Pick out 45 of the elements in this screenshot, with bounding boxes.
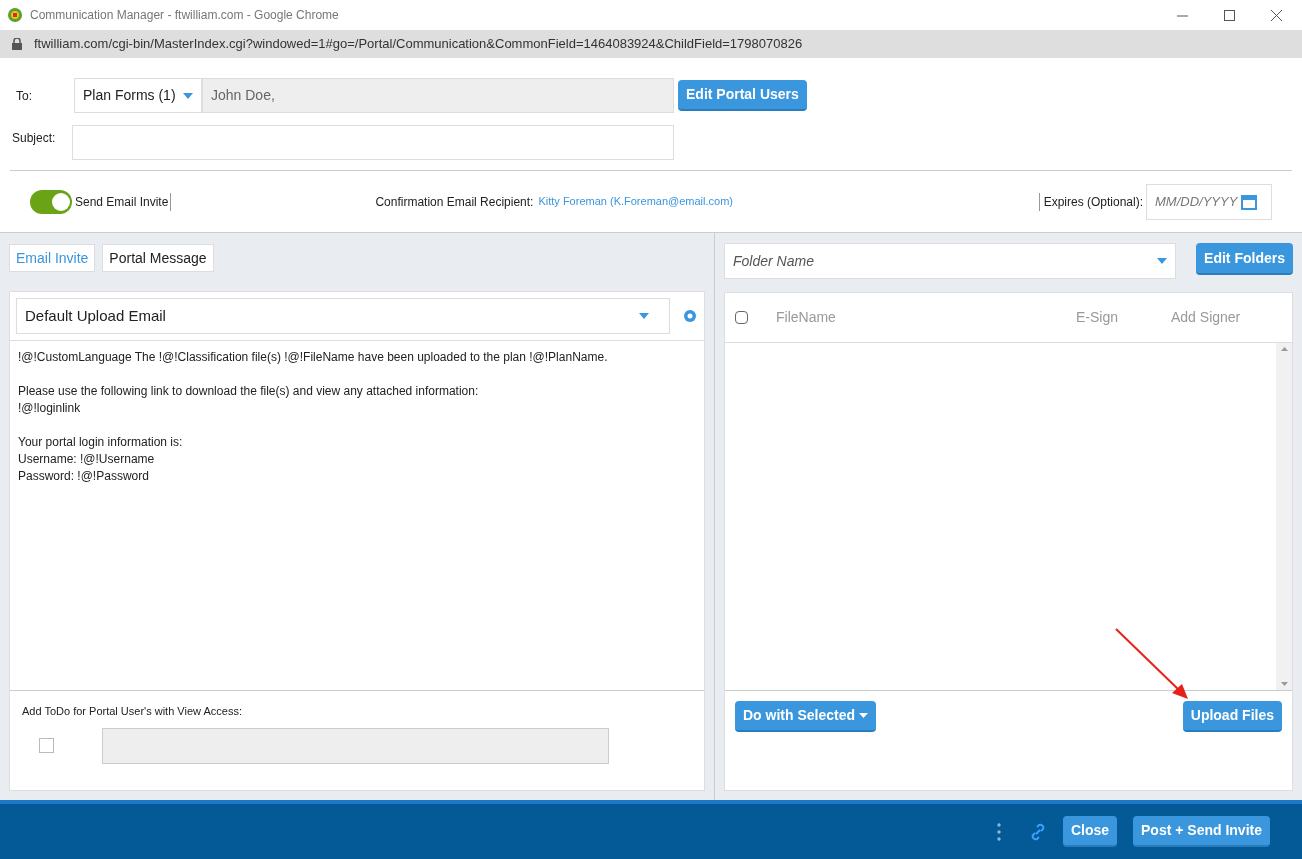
caret-icon (639, 313, 649, 319)
to-label: To: (15, 87, 33, 105)
subject-label: Subject: (11, 130, 57, 147)
expires-label: Expires (Optional): (1038, 192, 1143, 211)
template-dropdown[interactable]: Default Upload Email (16, 298, 670, 334)
subject-field[interactable] (72, 125, 674, 160)
more-icon[interactable] (996, 822, 1001, 841)
scroll-down-icon[interactable] (1280, 682, 1288, 686)
bulk-action-dropdown[interactable]: Do with Selected (735, 701, 877, 732)
folder-dropdown[interactable]: Folder Name (724, 243, 1177, 279)
close-icon[interactable] (1271, 9, 1282, 21)
message-tab[interactable]: Email Invite (9, 244, 96, 272)
send-invite-label: Send Email Invite (75, 192, 172, 211)
todo-field[interactable] (102, 727, 609, 764)
post-send-invite-button[interactable]: Post + Send Invite (1133, 816, 1270, 847)
edit-folders-button[interactable]: Edit Folders (1196, 243, 1293, 275)
settings-icon[interactable] (682, 308, 698, 324)
expires-date-field[interactable]: MM/DD/YYYY (1146, 183, 1272, 220)
scrollbar[interactable] (1276, 343, 1292, 690)
close-button[interactable]: Close (1062, 816, 1117, 847)
scroll-up-icon[interactable] (1280, 347, 1288, 351)
column-header: Add Signer (1171, 308, 1241, 327)
lock-icon (12, 38, 22, 50)
group-dropdown[interactable]: Plan Forms (1) (74, 78, 202, 113)
maximize-icon[interactable] (1224, 9, 1235, 21)
recipient-link[interactable]: Kitty Foreman (K.Foreman@email.com) (538, 193, 733, 210)
caret-icon (1157, 258, 1168, 264)
message-tab[interactable]: Portal Message (102, 244, 214, 272)
window-title: Communication Manager - ftwilliam.com - Google Chrome (30, 7, 339, 24)
confirmation-label: Confirmation Email Recipient: (375, 193, 534, 211)
app-logo-icon (8, 8, 22, 22)
todo-checkbox[interactable] (39, 738, 54, 753)
caret-icon (859, 713, 869, 718)
message-body[interactable]: !@!CustomLanguage The !@!Classification file(s) !@!FileName have been uploaded to the plan !@!PlanName. Please use the following link to download the file(s) and view any attached information: !@!loginlink Your portal login information is: Username: !@!Username Password: !@!Password (10, 340, 704, 690)
recipients-field[interactable]: John Doe, (202, 78, 674, 113)
select-all-checkbox[interactable] (735, 311, 748, 324)
edit-portal-users-button[interactable]: Edit Portal Users (678, 80, 807, 111)
column-header: E-Sign (1076, 308, 1120, 327)
calendar-icon[interactable] (1241, 193, 1258, 210)
upload-files-button[interactable]: Upload Files (1182, 701, 1282, 732)
caret-icon (183, 92, 193, 99)
todo-label: Add ToDo for Portal User's with View Access: (22, 704, 243, 719)
url-text[interactable]: ftwilliam.com/cgi-bin/MasterIndex.cgi?windowed=1#go=/Portal/Communication&CommonField=1464083924&ChildField=1798070826 (34, 34, 803, 54)
column-header: FileName (776, 308, 837, 327)
toggle-switch[interactable] (30, 189, 72, 214)
